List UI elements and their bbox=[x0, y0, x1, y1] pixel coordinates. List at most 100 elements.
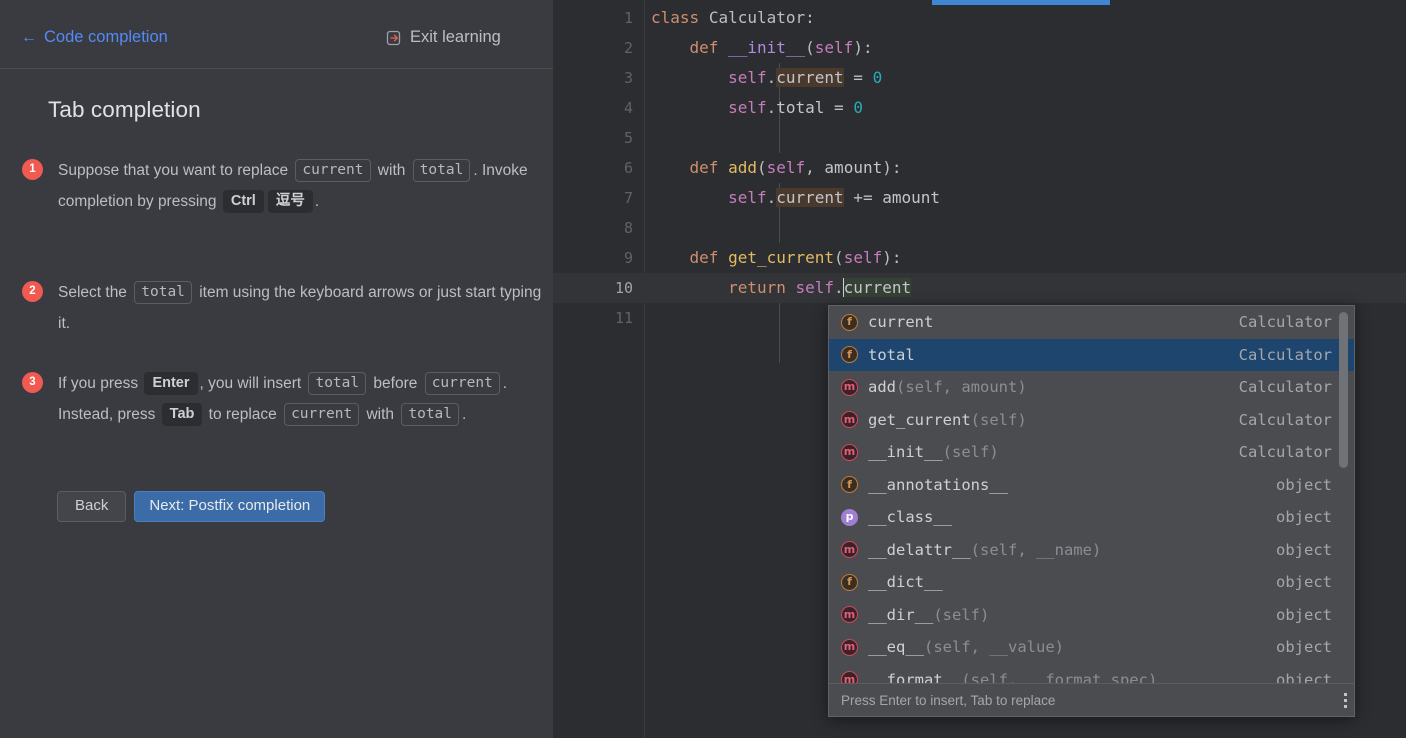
completion-item[interactable]: f __dict__ object bbox=[829, 566, 1354, 599]
code-line[interactable]: def add(self, amount): bbox=[645, 153, 1406, 183]
code-line[interactable]: class Calculator: bbox=[645, 3, 1406, 33]
learning-panel: ← Code completion Exit learning Tab comp… bbox=[0, 0, 553, 738]
completion-item[interactable]: m __eq__ (self, __value) object bbox=[829, 631, 1354, 664]
method-icon: m bbox=[841, 411, 858, 429]
code-line[interactable]: def __init__(self): bbox=[645, 33, 1406, 63]
tutorial-step-3: 3 If you press Enter, you will insert to… bbox=[22, 368, 542, 430]
code-token: total bbox=[776, 98, 825, 117]
inline-code-chip: total bbox=[401, 403, 460, 426]
vertical-dots-icon[interactable] bbox=[1344, 692, 1347, 708]
code-token: ): bbox=[882, 158, 902, 177]
step-number-badge: 1 bbox=[22, 159, 43, 180]
exit-learning-button[interactable]: Exit learning bbox=[386, 28, 501, 47]
completion-item-params: (self) bbox=[933, 605, 990, 624]
next-postfix-completion-button[interactable]: Next: Postfix completion bbox=[134, 491, 326, 522]
method-icon: m bbox=[841, 378, 858, 396]
inline-code-chip: total bbox=[134, 281, 192, 304]
completion-scrollbar-thumb[interactable] bbox=[1339, 312, 1348, 468]
completion-item-params: (self, __value) bbox=[924, 638, 1064, 656]
method-icon: m bbox=[841, 443, 858, 461]
code-token: , bbox=[805, 158, 825, 177]
completion-item-name: get_current bbox=[868, 410, 971, 429]
line-number: 3 bbox=[623, 69, 633, 87]
completion-item-name: total bbox=[868, 345, 915, 364]
code-token: Calculator bbox=[708, 8, 806, 27]
code-editor[interactable]: 1 2 3 4 5 6 7 8 9 10 11 class Calculator: def __in… bbox=[553, 0, 1406, 738]
code-token: . bbox=[766, 98, 777, 117]
completion-item[interactable]: f current Calculator bbox=[829, 306, 1354, 339]
completion-item-params: (self, __name) bbox=[970, 540, 1102, 559]
completion-item[interactable]: f total Calculator bbox=[829, 338, 1354, 371]
code-token: += bbox=[843, 188, 883, 207]
back-to-code-completion-link[interactable]: ← Code completion bbox=[21, 28, 168, 47]
completion-item-params: (self) bbox=[942, 443, 999, 461]
exit-door-icon bbox=[386, 30, 401, 45]
code-completion-popup[interactable]: f current Calculator f total Calculator m add (s… bbox=[828, 305, 1355, 717]
completion-item-params: (self, amount) bbox=[896, 378, 1027, 396]
completion-item-type: object bbox=[1276, 540, 1332, 559]
completion-item[interactable]: m __delattr__ (self, __name) object bbox=[829, 534, 1354, 567]
completion-item[interactable]: m add (self, amount) Calculator bbox=[829, 371, 1354, 404]
code-token: ( bbox=[805, 38, 815, 57]
field-icon: f bbox=[841, 573, 858, 591]
line-number: 9 bbox=[623, 249, 633, 267]
back-button[interactable]: Back bbox=[57, 491, 127, 522]
code-token: class bbox=[651, 8, 700, 27]
code-line[interactable]: self.current += amount bbox=[645, 183, 1406, 213]
completion-item-name: __delattr__ bbox=[868, 540, 971, 559]
completion-item[interactable]: f __annotations__ object bbox=[829, 469, 1354, 502]
code-token: 0 bbox=[872, 68, 883, 87]
code-line[interactable] bbox=[645, 213, 1406, 243]
completion-item[interactable]: m __dir__ (self) object bbox=[829, 599, 1354, 632]
completion-item-type: object bbox=[1276, 605, 1332, 624]
code-token: self bbox=[795, 278, 835, 297]
code-line[interactable]: self.total = 0 bbox=[645, 93, 1406, 123]
inline-code-chip: current bbox=[424, 372, 500, 395]
line-number: 11 bbox=[614, 309, 633, 327]
completion-item-list[interactable]: f current Calculator f total Calculator m add (s… bbox=[829, 306, 1354, 686]
completion-item-params: (self) bbox=[970, 410, 1027, 429]
field-icon: f bbox=[841, 476, 858, 494]
step-text: Suppose that you want to replace current… bbox=[58, 155, 542, 217]
completion-item-type: object bbox=[1276, 475, 1332, 494]
line-number: 1 bbox=[623, 9, 633, 27]
completion-item[interactable]: p __class__ object bbox=[829, 501, 1354, 534]
method-icon: m bbox=[841, 541, 858, 559]
code-token: = bbox=[824, 98, 854, 117]
field-icon: f bbox=[841, 346, 858, 364]
completion-scrollbar-track[interactable] bbox=[1339, 308, 1351, 684]
completion-hint-text: Press Enter to insert, Tab to replace bbox=[841, 692, 1056, 708]
code-line[interactable]: def get_current(self): bbox=[645, 243, 1406, 273]
usage-highlight: current bbox=[776, 68, 844, 87]
arrow-left-icon: ← bbox=[21, 28, 37, 46]
keyboard-shortcut-chip: 逗号 bbox=[267, 190, 313, 213]
step-number-badge: 2 bbox=[22, 281, 43, 302]
step-text: Select the total item using the keyboard… bbox=[58, 277, 542, 339]
editor-gutter[interactable]: 1 2 3 4 5 6 7 8 9 10 11 bbox=[553, 0, 645, 738]
line-number: 7 bbox=[623, 189, 633, 207]
tutorial-step-1: 1 Suppose that you want to replace curre… bbox=[22, 155, 542, 217]
ide-window: ← Code completion Exit learning Tab comp… bbox=[0, 0, 1406, 738]
tutorial-button-row: Back Next: Postfix completion bbox=[57, 491, 326, 522]
completion-item-type: object bbox=[1276, 508, 1332, 526]
code-line[interactable]: return self.current bbox=[645, 273, 1406, 303]
code-token: . bbox=[766, 188, 777, 207]
inline-code-chip: total bbox=[308, 372, 367, 395]
completion-item[interactable]: m __init__ (self) Calculator bbox=[829, 436, 1354, 469]
code-token: ( bbox=[756, 158, 767, 177]
exit-learning-label: Exit learning bbox=[410, 28, 501, 46]
line-number: 8 bbox=[623, 219, 633, 237]
code-line[interactable]: self.current = 0 bbox=[645, 63, 1406, 93]
code-line[interactable] bbox=[645, 123, 1406, 153]
completion-item-type: Calculator bbox=[1238, 443, 1332, 461]
completion-item-name: __dict__ bbox=[868, 573, 943, 591]
line-number: 2 bbox=[623, 39, 633, 57]
completion-item[interactable]: m get_current (self) Calculator bbox=[829, 404, 1354, 437]
completion-item-name: add bbox=[868, 378, 896, 396]
